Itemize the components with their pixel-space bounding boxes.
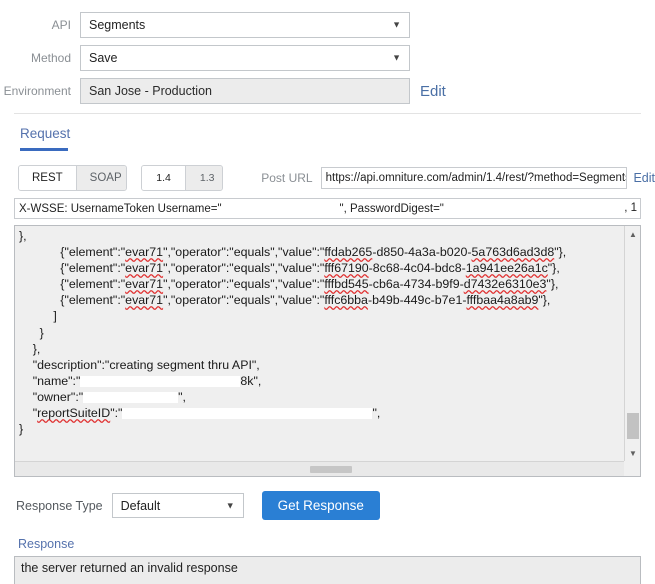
section-divider xyxy=(14,113,641,114)
editor-vertical-scrollbar[interactable]: ▲ ▼ xyxy=(624,226,640,461)
redacted-password-digest xyxy=(443,203,624,214)
form-row-api: API Segments ▼ xyxy=(0,12,655,38)
response-output-text: the server returned an invalid response xyxy=(21,561,238,575)
request-tabs: Request xyxy=(20,126,70,151)
environment-value: San Jose - Production xyxy=(89,84,212,98)
version-button-group: 1.4 1.3 xyxy=(141,165,224,191)
redacted-username xyxy=(221,203,340,214)
method-select-value: Save xyxy=(89,51,118,65)
post-url-edit-link[interactable]: Edit xyxy=(633,171,655,185)
environment-edit-link[interactable]: Edit xyxy=(420,83,446,100)
tab-request[interactable]: Request xyxy=(20,126,70,148)
environment-field[interactable]: San Jose - Production xyxy=(80,78,410,104)
response-type-select[interactable]: Default ▼ xyxy=(111,493,244,518)
response-type-value: Default xyxy=(120,498,161,513)
api-request-builder: API Segments ▼ Method Save ▼ Environment… xyxy=(0,0,655,584)
chevron-down-icon: ▼ xyxy=(392,52,401,63)
api-select-value: Segments xyxy=(89,18,146,32)
protocol-soap-button[interactable]: SOAP xyxy=(76,166,127,190)
auth-header-input[interactable]: X-WSSE: UsernameToken Username=" ", Pass… xyxy=(14,198,641,219)
response-type-label: Response Type xyxy=(16,498,103,513)
request-config-form: API Segments ▼ Method Save ▼ Environment… xyxy=(0,0,655,104)
api-label: API xyxy=(51,18,71,32)
form-row-environment: Environment San Jose - Production Edit xyxy=(0,78,655,104)
protocol-button-group: REST SOAP xyxy=(18,165,128,191)
scroll-up-arrow-icon[interactable]: ▲ xyxy=(625,226,640,242)
vertical-scroll-thumb[interactable] xyxy=(627,413,639,439)
method-label: Method xyxy=(30,51,71,65)
editor-horizontal-scrollbar[interactable] xyxy=(15,461,640,476)
auth-header-middle: ", PasswordDigest=" xyxy=(339,202,444,215)
environment-label: Environment xyxy=(3,84,71,98)
response-section-heading: Response xyxy=(18,537,75,551)
method-select[interactable]: Save ▼ xyxy=(80,45,410,71)
post-url-input[interactable]: https://api.omniture.com/admin/1.4/rest/… xyxy=(320,167,628,189)
form-row-method: Method Save ▼ xyxy=(0,45,655,71)
request-body-editor[interactable]: }, {"element":"evar71","operator":"equal… xyxy=(14,225,641,477)
response-controls: Response Type Default ▼ Get Response xyxy=(16,491,655,520)
request-body-text-area[interactable]: }, {"element":"evar71","operator":"equal… xyxy=(15,226,624,461)
chevron-down-icon: ▼ xyxy=(392,19,401,30)
tab-active-indicator xyxy=(20,148,68,151)
response-output-box[interactable]: the server returned an invalid response xyxy=(14,556,641,584)
auth-header-prefix: X-WSSE: UsernameToken Username=" xyxy=(19,202,222,215)
protocol-rest-button[interactable]: REST xyxy=(19,166,77,190)
scroll-down-arrow-icon[interactable]: ▼ xyxy=(625,445,640,461)
request-body-content: }, {"element":"evar71","operator":"equal… xyxy=(19,229,567,437)
post-url-label: Post URL xyxy=(261,171,313,185)
scrollbar-corner xyxy=(624,461,640,476)
post-url-value: https://api.omniture.com/admin/1.4/rest/… xyxy=(325,172,628,184)
request-toolbar: REST SOAP 1.4 1.3 Post URL https://api.o… xyxy=(18,165,655,191)
version-13-button[interactable]: 1.3 xyxy=(185,166,223,190)
version-14-button[interactable]: 1.4 xyxy=(142,166,186,190)
auth-header-tail: , 1 xyxy=(624,202,637,214)
get-response-button[interactable]: Get Response xyxy=(261,491,380,520)
chevron-down-icon: ▼ xyxy=(225,500,235,510)
api-select[interactable]: Segments ▼ xyxy=(80,12,410,38)
horizontal-scroll-thumb[interactable] xyxy=(310,466,352,473)
